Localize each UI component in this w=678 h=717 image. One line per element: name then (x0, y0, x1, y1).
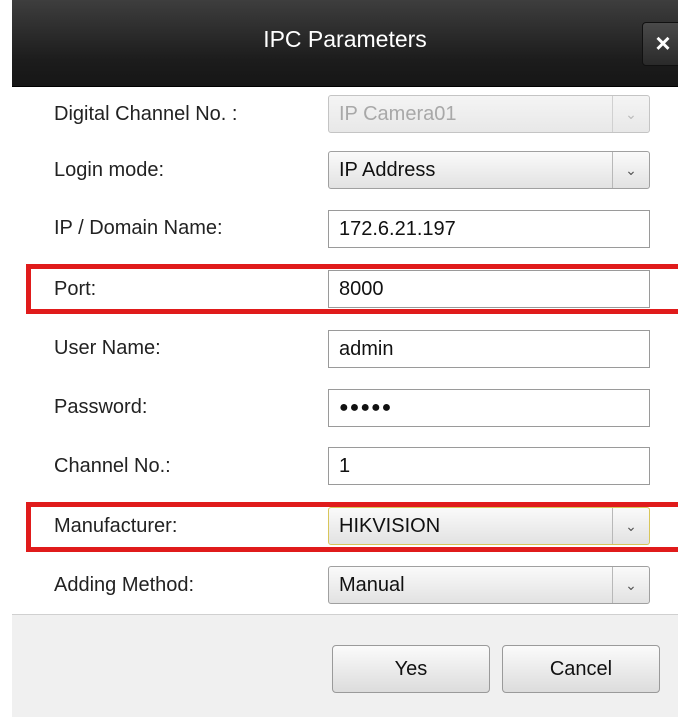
close-button[interactable]: × (642, 22, 678, 66)
ip-domain-label: IP / Domain Name: (54, 217, 223, 239)
manufacturer-select[interactable]: HIKVISION ⌄ (328, 507, 650, 545)
manufacturer-label: Manufacturer: (54, 515, 178, 537)
password-input[interactable]: ●●●●● (328, 389, 650, 427)
digital-channel-label: Digital Channel No. : (54, 103, 238, 125)
digital-channel-value: IP Camera01 (339, 103, 457, 125)
ip-domain-input[interactable]: 172.6.21.197 (328, 210, 650, 248)
adding-method-label: Adding Method: (54, 574, 195, 596)
footer-divider (12, 614, 678, 615)
yes-button[interactable]: Yes (332, 645, 490, 693)
chevron-down-icon[interactable]: ⌄ (612, 508, 649, 544)
user-name-input[interactable]: admin (328, 330, 650, 368)
port-label: Port: (54, 278, 97, 300)
chevron-down-icon: ⌄ (612, 96, 649, 132)
chevron-down-icon[interactable]: ⌄ (612, 152, 649, 188)
user-name-label: User Name: (54, 337, 161, 359)
adding-method-select[interactable]: Manual ⌄ (328, 566, 650, 604)
dialog-titlebar: IPC Parameters (12, 0, 678, 87)
chevron-down-icon[interactable]: ⌄ (612, 567, 649, 603)
dialog-title: IPC Parameters (263, 26, 427, 52)
login-mode-label: Login mode: (54, 159, 165, 181)
cancel-button[interactable]: Cancel (502, 645, 660, 693)
manufacturer-value: HIKVISION (339, 515, 441, 537)
login-mode-value: IP Address (339, 159, 436, 181)
channel-no-label: Channel No.: (54, 455, 171, 477)
login-mode-select[interactable]: IP Address ⌄ (328, 151, 650, 189)
adding-method-value: Manual (339, 574, 405, 596)
channel-no-input[interactable]: 1 (328, 447, 650, 485)
digital-channel-select: IP Camera01 ⌄ (328, 95, 650, 133)
port-input[interactable]: 8000 (328, 270, 650, 308)
password-label: Password: (54, 396, 148, 418)
